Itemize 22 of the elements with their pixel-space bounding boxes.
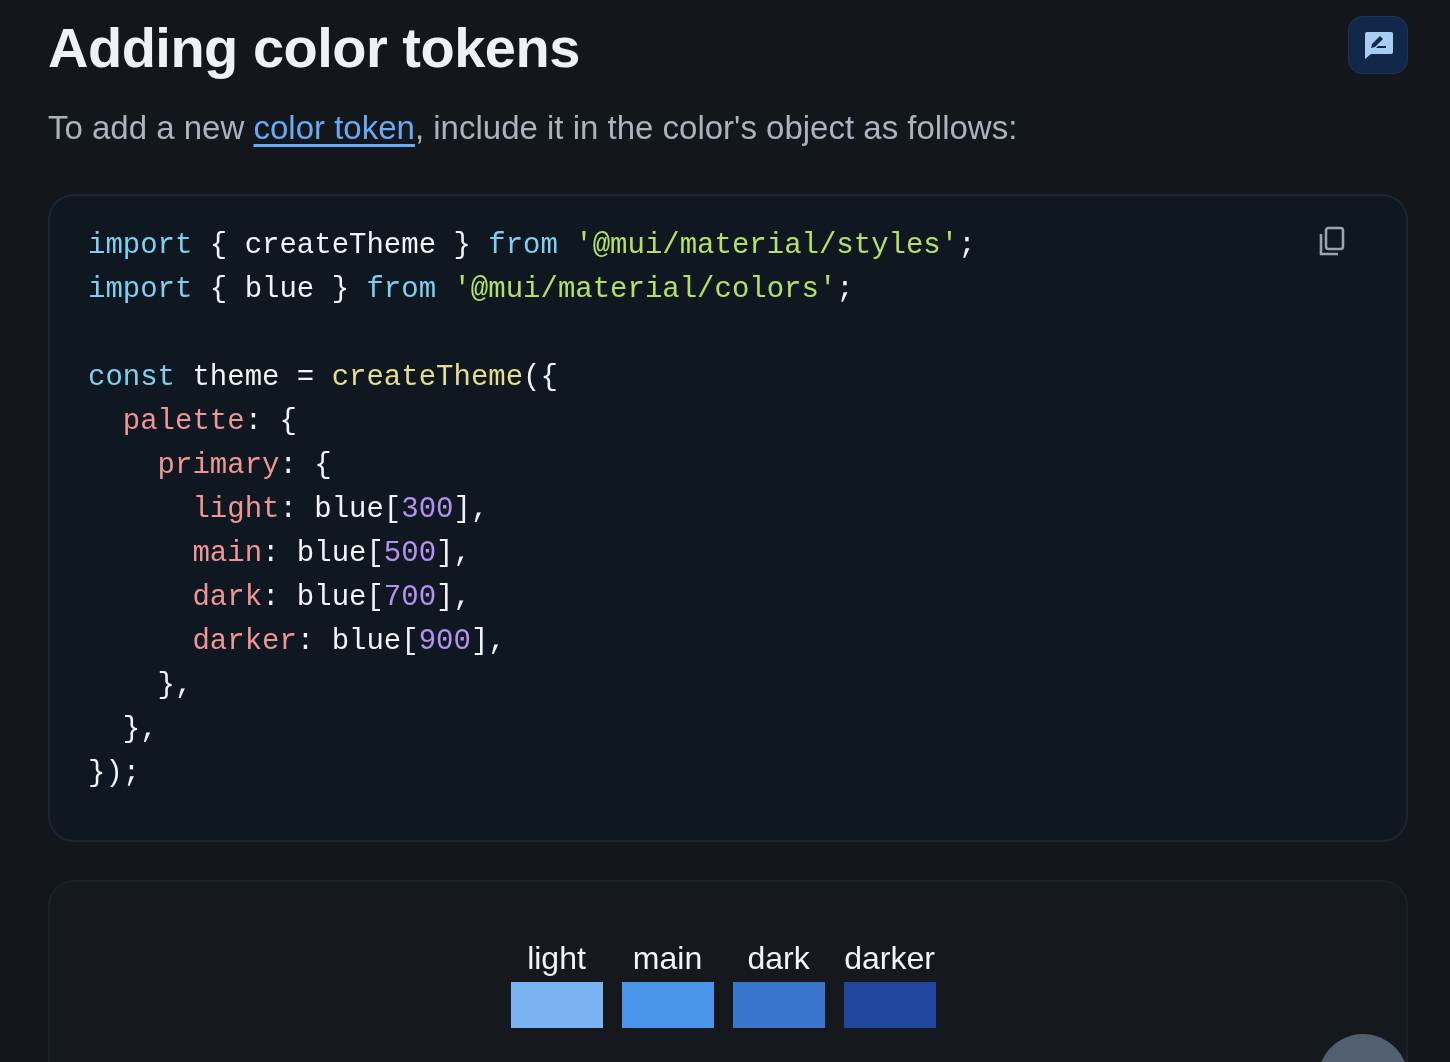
copy-icon: [1318, 226, 1346, 258]
code-line: palette: {: [121, 404, 297, 440]
code-line: light: blue[300],: [191, 492, 489, 528]
comment-edit-icon: [1362, 30, 1394, 60]
edit-feedback-button[interactable]: [1348, 16, 1408, 74]
swatch-label: dark: [747, 939, 810, 978]
code-line: darker: blue[900],: [191, 624, 506, 660]
code-line: });: [88, 756, 141, 792]
intro-text: To add a new color token, include it in the color's object as follows:: [48, 108, 1019, 148]
color-token-link[interactable]: color token: [253, 109, 415, 146]
swatch-label: darker: [844, 939, 935, 978]
code-line: main: blue[500],: [191, 536, 471, 572]
code-line: },: [121, 712, 158, 748]
page-title: Adding color tokens: [48, 15, 580, 81]
code-line: dark: blue[700],: [191, 580, 471, 616]
code-line: import { blue } from '@mui/material/colors';: [88, 272, 854, 308]
swatch-label: light: [527, 939, 586, 978]
code-line: primary: {: [156, 448, 332, 484]
swatch-label: main: [632, 939, 703, 978]
code-line: },: [156, 668, 193, 704]
code-line: import { createTheme } from '@mui/material/styles';: [88, 228, 976, 264]
code-line: const theme = createTheme({: [88, 360, 558, 396]
